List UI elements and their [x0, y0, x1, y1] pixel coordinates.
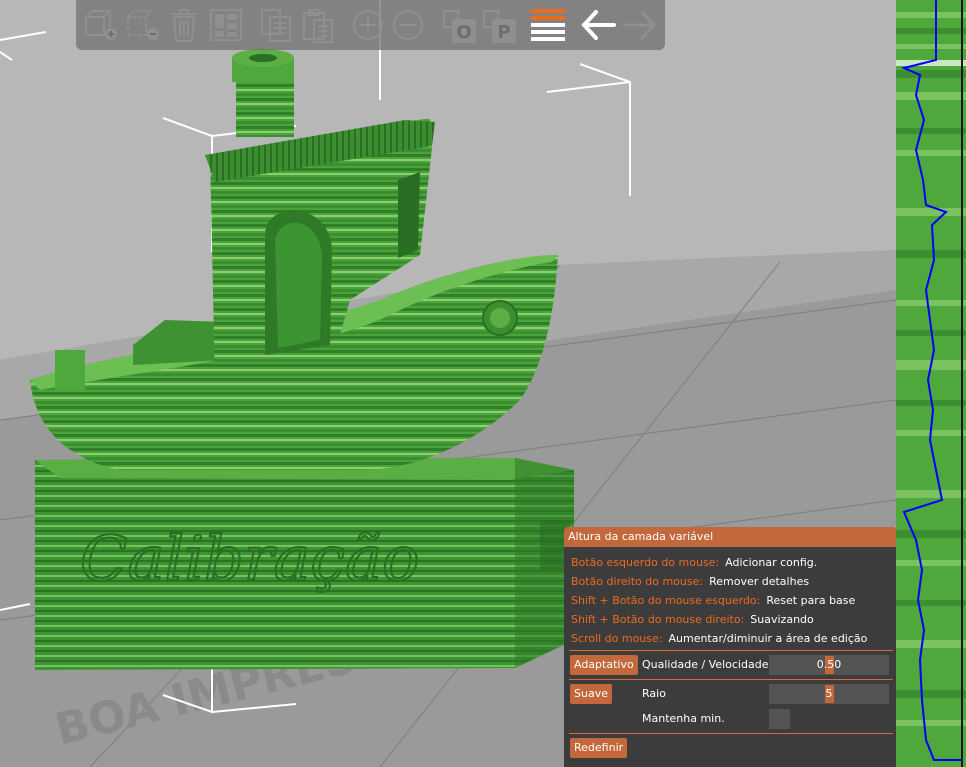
- hint-key: Botão esquerdo do mouse:: [571, 556, 720, 569]
- arrange-icon[interactable]: [206, 5, 246, 45]
- paste-icon[interactable]: [298, 5, 338, 45]
- quality-slider[interactable]: 0.50: [769, 655, 889, 675]
- copy-icon[interactable]: [256, 5, 296, 45]
- delete-all-icon[interactable]: [164, 5, 204, 45]
- embossed-text: Calibração: [80, 522, 419, 595]
- quality-label: Qualidade / Velocidade: [642, 658, 769, 671]
- hint-row: Botão esquerdo do mouse: Adicionar config…: [571, 555, 817, 571]
- delete-object-icon[interactable]: [122, 5, 162, 45]
- split-to-parts-icon[interactable]: P: [480, 5, 520, 45]
- layer-height-profile[interactable]: [896, 0, 966, 767]
- radius-label: Raio: [642, 687, 666, 700]
- hint-row: Botão direito do mouse: Remover detalhes: [571, 574, 809, 590]
- hint-value: Adicionar config.: [725, 556, 818, 569]
- dialog-title: Altura da camada variável: [564, 527, 896, 547]
- hint-value: Reset para base: [766, 594, 856, 607]
- undo-arrow-icon[interactable]: [578, 5, 618, 45]
- quality-value: 0.50: [816, 658, 842, 671]
- radius-slider[interactable]: 5: [769, 684, 889, 704]
- hint-row: Shift + Botão do mouse esquerdo: Reset pa…: [571, 593, 855, 609]
- smooth-button[interactable]: Suave: [570, 684, 612, 704]
- separator: [569, 679, 893, 680]
- hint-value: Suavizando: [750, 613, 814, 626]
- radius-value: 5: [825, 687, 833, 700]
- split-to-objects-icon[interactable]: O: [440, 5, 480, 45]
- separator: [569, 650, 893, 651]
- redo-arrow-icon[interactable]: [620, 5, 660, 45]
- hint-key: Botão direito do mouse:: [571, 575, 704, 588]
- variable-layer-height-dialog: Altura da camada variável Botão esquerdo…: [564, 527, 896, 767]
- adaptive-button[interactable]: Adaptativo: [570, 655, 638, 675]
- add-object-icon[interactable]: [80, 5, 120, 45]
- hint-key: Shift + Botão do mouse esquerdo:: [571, 594, 761, 607]
- remove-instance-icon[interactable]: [388, 5, 428, 45]
- keep-min-label: Mantenha min.: [642, 712, 725, 725]
- reset-button[interactable]: Redefinir: [570, 738, 628, 758]
- hint-row: Scroll do mouse: Aumentar/diminuir a área…: [571, 631, 867, 647]
- hint-key: Scroll do mouse:: [571, 632, 663, 645]
- hint-value: Aumentar/diminuir a área de edição: [668, 632, 868, 645]
- hint-row: Shift + Botão do mouse direito: Suavizand…: [571, 612, 814, 628]
- split-parts-letter: P: [497, 22, 510, 43]
- split-objects-letter: O: [456, 22, 471, 43]
- main-toolbar: O P: [76, 0, 665, 50]
- separator: [569, 733, 893, 734]
- hint-key: Shift + Botão do mouse direito:: [571, 613, 745, 626]
- hint-value: Remover detalhes: [709, 575, 810, 588]
- variable-layer-height-icon[interactable]: [528, 5, 568, 45]
- keep-min-checkbox[interactable]: [769, 709, 790, 729]
- add-instance-icon[interactable]: [348, 5, 388, 45]
